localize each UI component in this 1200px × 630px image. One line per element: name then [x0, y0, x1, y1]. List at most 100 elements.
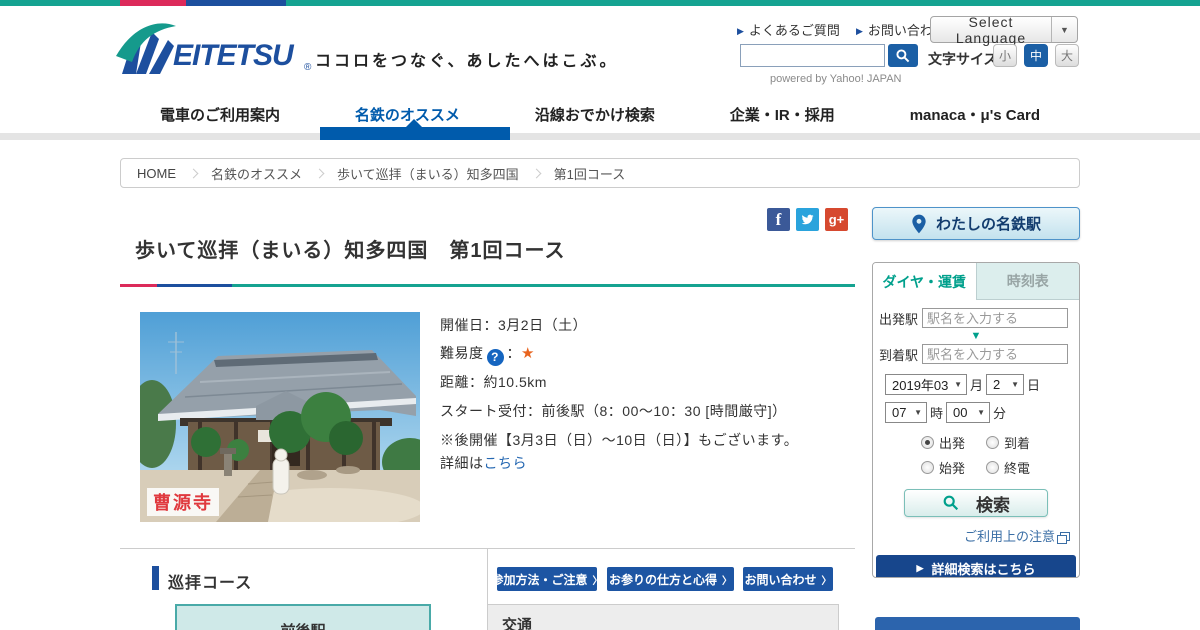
transit-search-label: 検索 — [976, 495, 1010, 515]
logo-wordmark: EITETSU — [173, 39, 294, 72]
inquiry-button[interactable]: お問い合わせ — [743, 567, 833, 591]
radio-last-train[interactable]: 終電 — [986, 458, 1031, 477]
radio-dot-icon — [921, 461, 934, 474]
detail-start-reception: スタート受付：前後駅（8：00～10：30 [時間厳守]） — [440, 403, 787, 419]
brand-tagline: ココロをつなぐ、あしたへはこぶ。 — [315, 51, 619, 70]
course-photo: 曹源寺 — [140, 312, 420, 522]
day-unit-label: 日 — [1027, 378, 1041, 393]
minute-unit-label: 分 — [993, 406, 1007, 421]
detail-note: ※後開催【3月3日（日）～10日（日）】もございます。 — [440, 432, 799, 448]
breadcrumb-pilgrimage[interactable]: 歩いて巡拝（まいる）知多四国 — [323, 164, 533, 183]
detail-difficulty: 難易度? ：★ — [440, 343, 535, 366]
my-station-label: わたしの名鉄駅 — [935, 216, 1041, 233]
social-share: f g+ — [767, 208, 848, 231]
participation-guide-button[interactable]: 参加方法・ご注意 — [492, 567, 597, 591]
radio-dot-icon — [986, 436, 999, 449]
breadcrumb: HOME 名鉄のオススメ 歩いて巡拝（まいる）知多四国 第1回コース — [120, 158, 1080, 188]
top-bar-blue-segment — [186, 0, 286, 6]
breadcrumb-current: 第1回コース — [553, 166, 626, 182]
radio-arrival[interactable]: 到着 — [986, 433, 1031, 452]
detail-distance: 距離：約10.5km — [440, 374, 547, 390]
hour-unit-label: 時 — [930, 406, 944, 421]
radio-departure-label: 出発 — [939, 436, 966, 451]
course-heading-bar — [152, 566, 159, 590]
tab-timetable[interactable]: 時刻表 — [975, 263, 1079, 300]
language-selector-label: Select Language — [955, 13, 1027, 46]
worship-manner-button[interactable]: お参りの仕方と心得 — [607, 567, 734, 591]
detail-date: 開催日：3月2日（土） — [440, 317, 588, 333]
swap-direction-triangle-icon: ▼ — [970, 330, 982, 342]
transit-search-widget: ダイヤ・運賃 時刻表 出発駅 ▼ 到着駅 2019年03 月 2 日 07 時 … — [872, 262, 1080, 578]
site-search-input[interactable] — [740, 44, 885, 67]
logo-registered-mark: ® — [304, 62, 312, 73]
usage-notice-link[interactable]: ご利用上の注意 — [873, 526, 1079, 545]
arrival-station-input[interactable] — [922, 344, 1069, 364]
question-help-icon[interactable]: ? — [486, 348, 504, 366]
radio-dot-icon — [986, 461, 999, 474]
tab-fare-schedule[interactable]: ダイヤ・運賃 — [873, 263, 976, 300]
nav-item-odekake-search[interactable]: 沿線おでかけ検索 — [535, 104, 655, 125]
departure-station-label: 出発駅 — [879, 311, 919, 327]
breadcrumb-home[interactable]: HOME — [121, 166, 190, 181]
arrival-station-label: 到着駅 — [879, 347, 919, 363]
header-utility-links: よくあるご質問 お問い合わせ — [737, 20, 946, 39]
widget-tabs: ダイヤ・運賃 時刻表 — [873, 263, 1079, 300]
location-pin-icon — [912, 214, 926, 233]
nav-item-train-guide[interactable]: 電車のご利用案内 — [160, 104, 280, 125]
minute-select[interactable]: 00 — [946, 402, 991, 423]
detail-more: 詳細はこちら — [440, 453, 527, 473]
sidebar-banner-partial[interactable] — [875, 617, 1080, 630]
usage-notice-label: ご利用上の注意 — [963, 529, 1055, 544]
google-plus-icon[interactable]: g+ — [825, 208, 848, 231]
month-unit-label: 月 — [970, 378, 984, 393]
nav-active-triangle-icon — [405, 119, 423, 128]
radio-first-train[interactable]: 始発 — [921, 458, 966, 477]
time-select-row: 07 時 00 分 — [885, 402, 1079, 423]
my-station-button[interactable]: わたしの名鉄駅 — [872, 207, 1080, 240]
traffic-section-header: 交通 — [487, 604, 839, 630]
title-underline-blue — [157, 284, 232, 287]
logo-m-icon — [116, 23, 176, 74]
search-type-radios: 出発 到着 始発 終電 — [873, 433, 1079, 477]
nav-active-underline — [320, 127, 510, 140]
radio-departure[interactable]: 出発 — [921, 433, 966, 452]
title-underline-teal — [232, 284, 855, 287]
font-size-label: 文字サイズ — [928, 51, 998, 67]
page-title: 歩いて巡拝（まいる）知多四国 第1回コース — [135, 240, 566, 262]
font-size-medium-button[interactable]: 中 — [1024, 44, 1048, 67]
date-select-row: 2019年03 月 2 日 — [885, 374, 1079, 395]
nav-item-corporate[interactable]: 企業・IR・採用 — [730, 104, 835, 125]
year-month-select[interactable]: 2019年03 — [885, 374, 967, 395]
font-size-large-button[interactable]: 大 — [1055, 44, 1079, 67]
font-size-small-button[interactable]: 小 — [993, 44, 1017, 67]
radio-last-train-label: 終電 — [1004, 461, 1031, 476]
radio-arrival-label: 到着 — [1004, 436, 1031, 451]
difficulty-colon: ： — [506, 345, 521, 361]
departure-station-row: 出発駅 — [879, 308, 1073, 328]
hour-select[interactable]: 07 — [885, 402, 927, 423]
meitetsu-logo[interactable]: EITETSU ® — [116, 18, 316, 78]
arrival-station-row: 到着駅 — [879, 344, 1073, 364]
search-icon — [943, 495, 959, 511]
difficulty-label: 難易度 — [440, 345, 484, 361]
external-link-icon — [1057, 532, 1070, 544]
faq-link[interactable]: よくあるご質問 — [737, 20, 840, 39]
twitter-icon[interactable] — [796, 208, 819, 231]
facebook-icon[interactable]: f — [767, 208, 790, 231]
transit-search-button[interactable]: 検索 — [904, 489, 1048, 517]
course-start-station-box: 前後駅 — [175, 604, 431, 630]
detail-more-prefix: 詳細は — [440, 455, 484, 471]
powered-by-label: powered by Yahoo! JAPAN — [770, 73, 902, 85]
language-selector[interactable]: Select Language ▼ — [930, 13, 1078, 46]
breadcrumb-recommend[interactable]: 名鉄のオススメ — [197, 164, 316, 183]
top-color-bar — [0, 0, 1200, 6]
global-nav: 電車のご利用案内 名鉄のオススメ 沿線おでかけ検索 企業・IR・採用 manac… — [120, 95, 1080, 133]
departure-station-input[interactable] — [922, 308, 1069, 328]
nav-item-manaca-card[interactable]: manaca・μ's Card — [910, 104, 1040, 125]
radio-dot-icon — [921, 436, 934, 449]
detail-more-link[interactable]: こちら — [484, 455, 528, 471]
course-section-heading: 巡拝コース — [168, 575, 253, 592]
day-select[interactable]: 2 — [986, 374, 1025, 395]
site-search-button[interactable] — [888, 44, 918, 67]
advanced-search-button[interactable]: 詳細検索はこちら — [876, 555, 1076, 577]
